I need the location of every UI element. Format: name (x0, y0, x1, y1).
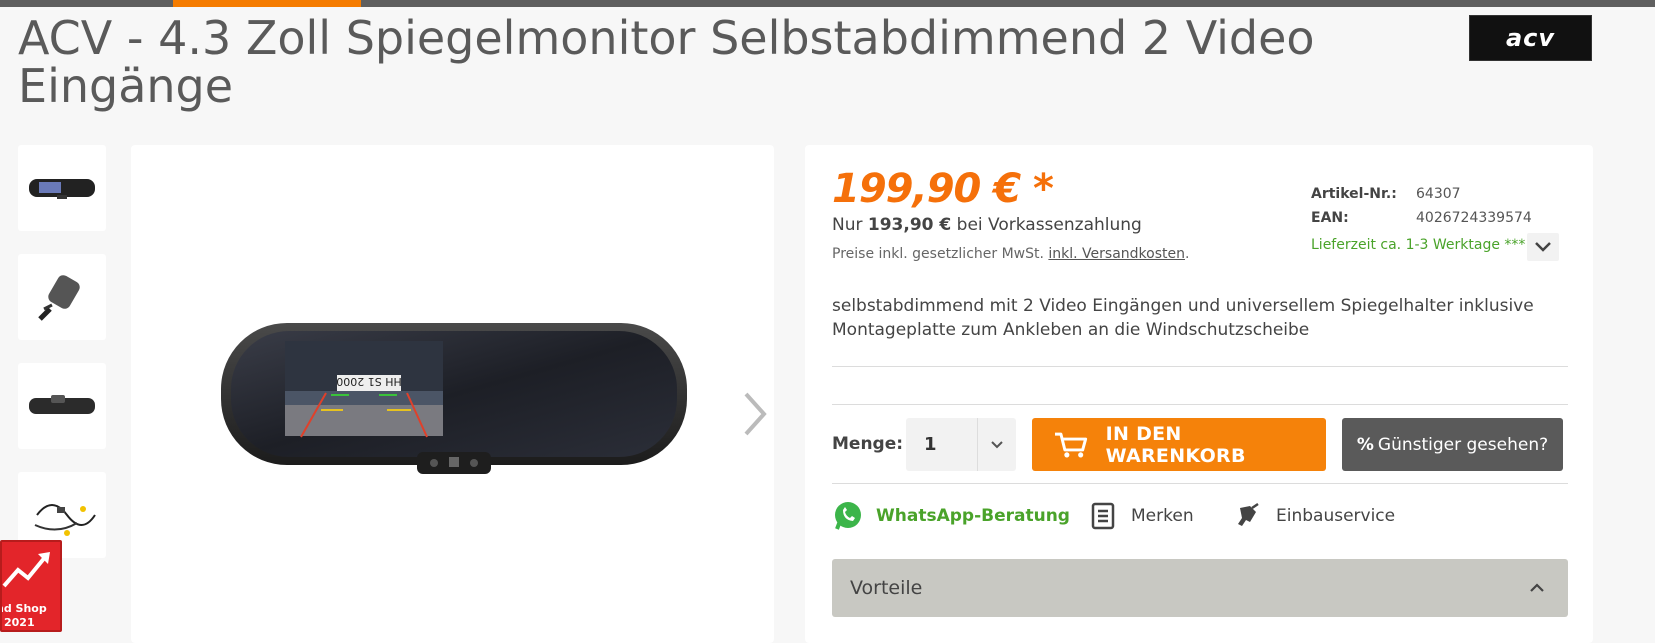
badge-line-2: 2021 (4, 616, 35, 629)
divider (832, 404, 1568, 405)
details-toggle-button[interactable] (1527, 233, 1559, 261)
article-number-value: 64307 (1416, 186, 1461, 202)
delivery-time: Lieferzeit ca. 1-3 Werktage *** (1311, 237, 1526, 253)
ean-value: 4026724339574 (1416, 210, 1532, 226)
short-description: selbstabdimmend mit 2 Video Eingängen un… (832, 296, 1534, 340)
brand-logo[interactable]: acv (1469, 15, 1592, 61)
article-number-label: Artikel-Nr.: (1311, 186, 1397, 202)
product-main-image[interactable]: HH S1 2000 (131, 145, 774, 643)
chevron-down-icon (991, 441, 1003, 449)
add-to-cart-button[interactable]: IN DEN WARENKORB (1032, 418, 1326, 471)
product-price: 199,90 € * (832, 166, 1054, 212)
advantages-accordion-header[interactable]: Vorteile (832, 559, 1568, 617)
svg-text:HH S1 2000: HH S1 2000 (336, 375, 402, 388)
top-bar (0, 0, 1655, 7)
trend-arrow-icon (2, 552, 50, 588)
drill-icon (1232, 500, 1264, 532)
divider (832, 366, 1568, 367)
prepay-prefix: Nur (832, 215, 868, 235)
installation-service-label: Einbauservice (1276, 506, 1396, 526)
mirror-back-thumb-icon (29, 395, 95, 414)
prepay-amount: 193,90 € (867, 215, 952, 235)
whatsapp-consult-link[interactable]: WhatsApp-Beratung (832, 498, 1070, 534)
thumbnail-3[interactable] (18, 363, 106, 449)
mirror-side-thumb-icon (38, 275, 80, 321)
quantity-separator (977, 418, 978, 471)
thumbnail-1[interactable] (18, 145, 106, 231)
percent-icon: % (1356, 434, 1374, 455)
quantity-select[interactable]: 1 (906, 418, 1016, 471)
whatsapp-icon (832, 500, 864, 532)
tax-text: Preise inkl. gesetzlicher MwSt. (832, 246, 1049, 262)
cart-icon (1054, 432, 1088, 457)
seen-cheaper-button[interactable]: % Günstiger gesehen? (1342, 418, 1563, 471)
trend-shop-badge[interactable]: nd Shop 2021 (0, 540, 62, 632)
chevron-up-icon (1530, 583, 1544, 592)
rear-view-mirror-image: HH S1 2000 (221, 323, 687, 474)
prepay-price-note: Nur 193,90 € bei Vorkassenzahlung (832, 215, 1142, 235)
thumbnail-2[interactable] (18, 254, 106, 340)
top-bar-accent (173, 0, 361, 7)
product-title: ACV - 4.3 Zoll Spiegelmonitor Selbstabdi… (18, 11, 1315, 113)
tax-note: Preise inkl. gesetzlicher MwSt. inkl. Ve… (832, 246, 1189, 262)
next-image-chevron-icon[interactable] (742, 390, 770, 438)
ean-label: EAN: (1311, 210, 1349, 226)
notepad-icon (1087, 500, 1119, 532)
chevron-down-icon (1535, 242, 1551, 252)
seen-cheaper-label: Günstiger gesehen? (1377, 434, 1549, 455)
mirror-front-thumb-icon (29, 179, 95, 199)
quantity-label: Menge: (832, 434, 904, 454)
brand-logo-text: acv (1505, 24, 1556, 52)
add-to-cart-label: IN DEN WARENKORB (1105, 422, 1246, 467)
cable-kit-thumb-icon (34, 504, 96, 536)
whatsapp-label: WhatsApp-Beratung (876, 506, 1070, 526)
prepay-suffix: bei Vorkassenzahlung (951, 215, 1142, 235)
shipping-costs-link[interactable]: inkl. Versandkosten (1048, 246, 1185, 262)
quantity-value: 1 (924, 434, 937, 455)
remember-link[interactable]: Merken (1087, 498, 1194, 534)
tax-suffix: . (1185, 246, 1190, 262)
advantages-label: Vorteile (850, 577, 923, 599)
badge-line-1: nd Shop (0, 602, 47, 615)
divider (832, 483, 1568, 484)
installation-service-link[interactable]: Einbauservice (1232, 498, 1395, 534)
remember-label: Merken (1131, 506, 1194, 526)
